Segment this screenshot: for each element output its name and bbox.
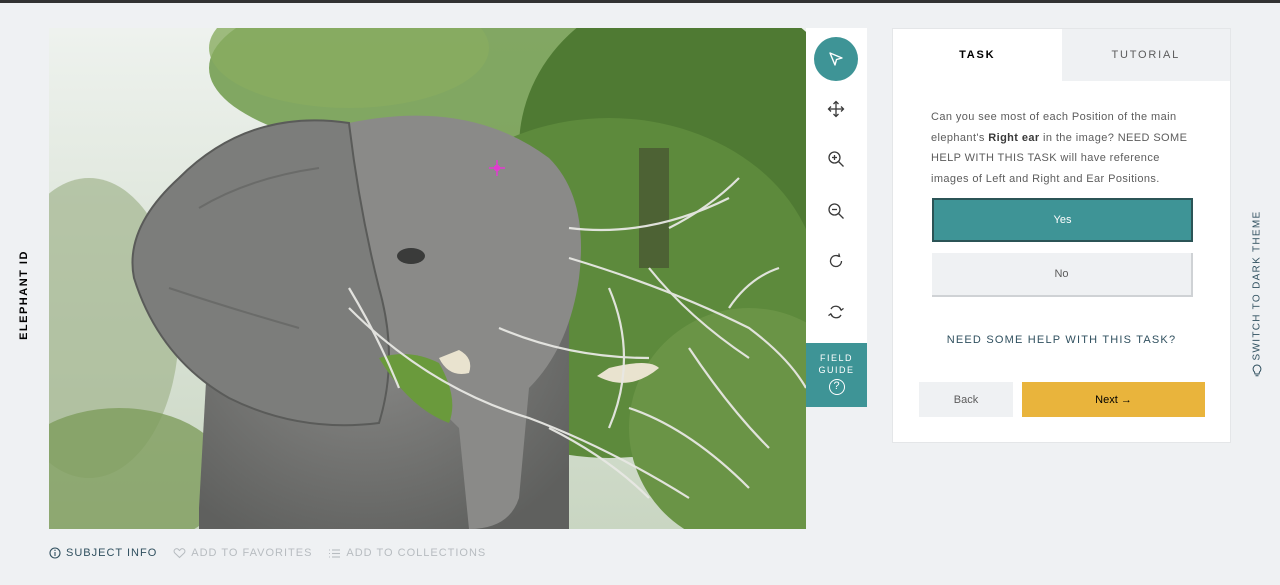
pointer-arrow-icon (829, 52, 843, 66)
answer-no-button[interactable]: No (932, 253, 1193, 297)
zoom-in-icon (828, 151, 844, 167)
back-button[interactable]: Back (919, 382, 1013, 417)
top-bar (0, 0, 1280, 3)
add-to-collections-button[interactable]: ADD TO COLLECTIONS (328, 547, 486, 559)
switch-theme-label: SWITCH TO DARK THEME (1251, 210, 1263, 361)
task-tabs: TASK TUTORIAL (893, 29, 1230, 81)
list-icon (328, 548, 341, 559)
move-arrows-icon (827, 100, 845, 118)
zoom-out-button[interactable] (814, 189, 858, 233)
question-circle-icon: ? (828, 379, 845, 395)
add-to-favorites-label: ADD TO FAVORITES (191, 547, 313, 559)
subject-meta-bar: SUBJECT INFO ADD TO FAVORITES ADD TO COL… (49, 547, 502, 559)
project-title: ELEPHANT ID (18, 250, 30, 340)
switch-theme-button[interactable]: SWITCH TO DARK THEME (1251, 210, 1264, 377)
zoom-out-icon (828, 203, 844, 219)
zoom-in-button[interactable] (814, 137, 858, 181)
need-help-link[interactable]: NEED SOME HELP WITH THIS TASK? (893, 334, 1230, 346)
field-guide-label-2: GUIDE (818, 365, 855, 375)
field-guide-button[interactable]: FIELD GUIDE ? (806, 343, 867, 407)
move-tool-button[interactable] (814, 87, 858, 131)
answer-yes-button[interactable]: Yes (932, 198, 1193, 242)
lightbulb-icon (1252, 364, 1262, 377)
annotate-tool-button[interactable] (814, 37, 858, 81)
rotate-button[interactable] (814, 239, 858, 283)
field-guide-label-1: FIELD (819, 353, 853, 363)
question-text-bold: Right ear (988, 131, 1040, 144)
reset-icon (828, 305, 844, 319)
info-icon (49, 547, 61, 559)
tab-tutorial[interactable]: TUTORIAL (1061, 29, 1230, 81)
subject-info-button[interactable]: SUBJECT INFO (49, 547, 157, 559)
tab-task[interactable]: TASK (893, 29, 1062, 81)
image-toolbar (806, 28, 867, 343)
add-to-collections-label: ADD TO COLLECTIONS (346, 547, 487, 559)
reset-button[interactable] (814, 290, 858, 334)
subject-image[interactable] (49, 28, 806, 529)
subject-info-label: SUBJECT INFO (66, 547, 158, 559)
rotate-icon (829, 253, 843, 268)
task-question: Can you see most of each Position of the… (931, 107, 1201, 189)
elephant-photo[interactable] (49, 28, 806, 529)
next-button[interactable]: Next → (1022, 382, 1205, 417)
task-panel: TASK TUTORIAL Can you see most of each P… (892, 28, 1231, 443)
add-to-favorites-button[interactable]: ADD TO FAVORITES (173, 547, 312, 559)
heart-icon (173, 547, 186, 559)
